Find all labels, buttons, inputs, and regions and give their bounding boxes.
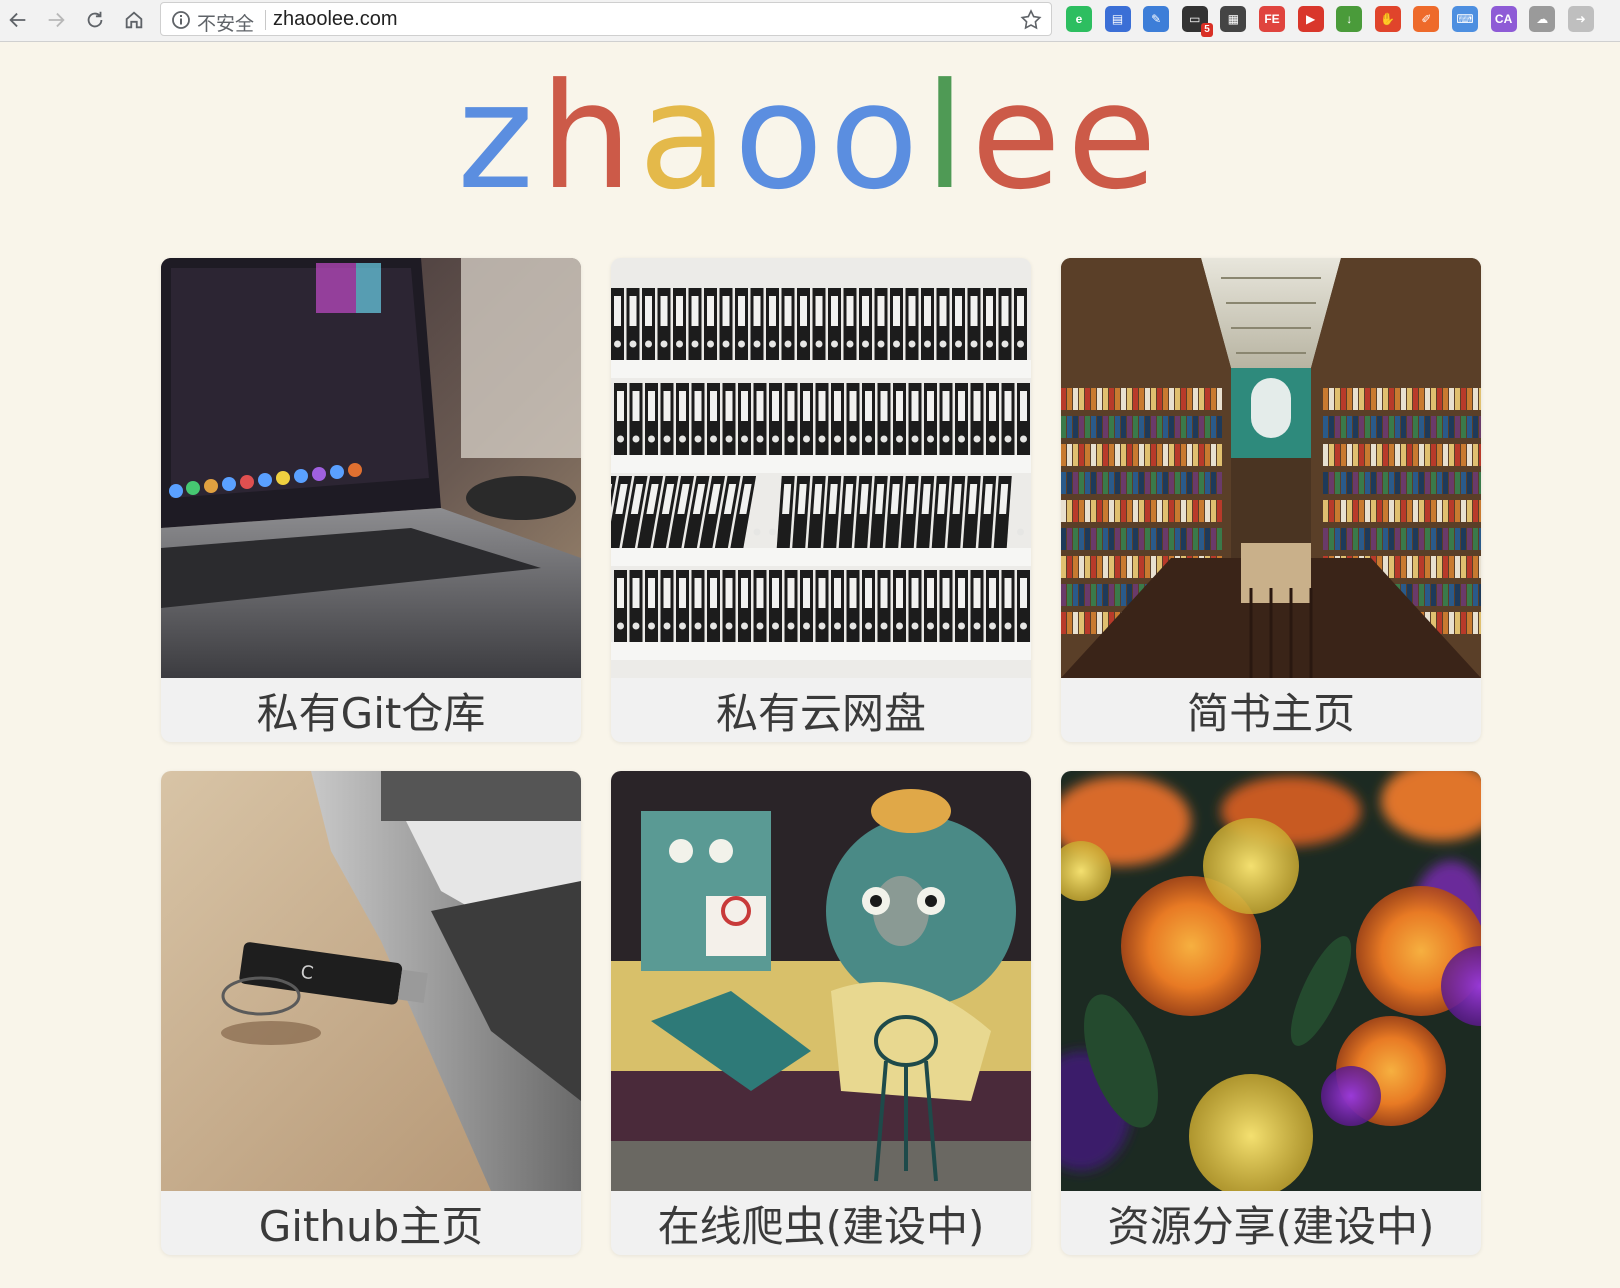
adblock-icon[interactable]: ✋ bbox=[1374, 6, 1401, 32]
qr-code-icon[interactable]: ▦ bbox=[1220, 6, 1247, 32]
home-icon[interactable] bbox=[118, 4, 150, 36]
card-private-cloud[interactable]: 私有云网盘 bbox=[611, 258, 1031, 742]
brain-icon[interactable]: ☁ bbox=[1529, 6, 1556, 32]
extension-badge: 5 bbox=[1201, 23, 1213, 37]
video-icon[interactable]: ▶ bbox=[1297, 6, 1324, 32]
binders-photo bbox=[611, 258, 1031, 678]
reload-icon[interactable] bbox=[79, 4, 111, 36]
logo-letter: e bbox=[971, 52, 1067, 222]
card-label: 资源分享(建设中) bbox=[1107, 1201, 1435, 1251]
pin-icon[interactable]: ➜ bbox=[1567, 6, 1594, 32]
card-label: 私有云网盘 bbox=[715, 688, 926, 738]
logo-letter: a bbox=[638, 52, 734, 222]
download-icon[interactable]: ↓ bbox=[1336, 6, 1363, 32]
card-jianshu[interactable]: 简书主页 bbox=[1061, 258, 1481, 742]
logo-letter: z bbox=[457, 52, 540, 222]
card-private-git[interactable]: 私有Git仓库 bbox=[161, 258, 581, 742]
card-label: Github主页 bbox=[258, 1201, 484, 1251]
site-logo: zhaoolee bbox=[0, 62, 1620, 212]
card-label: 简书主页 bbox=[1186, 688, 1355, 738]
browser-toolbar: 不安全 zhaoolee.com e ▤ ✎ ▭ 5 ▦ FE ▶ ↓ ✋ ✐ ⌨ CA ☁ ➜ bbox=[0, 0, 1620, 42]
back-arrow-icon[interactable] bbox=[2, 4, 34, 36]
fe-helper-icon[interactable]: FE bbox=[1259, 6, 1285, 32]
logo-letter: h bbox=[539, 52, 639, 222]
logo-letter: e bbox=[1066, 52, 1163, 222]
address-bar[interactable]: 不安全 zhaoolee.com bbox=[160, 2, 1052, 36]
blog-icon[interactable]: ✐ bbox=[1413, 6, 1440, 32]
reader-icon[interactable]: ▤ bbox=[1104, 6, 1131, 32]
graffiti-photo bbox=[611, 771, 1031, 1191]
card-github[interactable]: C Github主页 bbox=[161, 771, 581, 1255]
security-label: 不安全 bbox=[197, 13, 255, 35]
omnibox-divider bbox=[265, 10, 266, 30]
keyboard-icon[interactable]: ⌨ bbox=[1452, 6, 1478, 32]
bookmark-star-icon[interactable] bbox=[1019, 8, 1043, 32]
card-resource-share[interactable]: 资源分享(建设中) bbox=[1061, 771, 1481, 1255]
laptop-photo bbox=[161, 258, 581, 678]
ca-icon[interactable]: CA bbox=[1490, 6, 1517, 32]
logo-letter: o bbox=[733, 52, 830, 222]
url-text[interactable]: zhaoolee.com bbox=[273, 8, 398, 31]
card-label: 私有Git仓库 bbox=[256, 688, 486, 738]
card-online-crawler[interactable]: 在线爬虫(建设中) bbox=[611, 771, 1031, 1255]
evernote-icon[interactable]: e bbox=[1066, 6, 1092, 32]
tab-counter-icon[interactable]: ▭ 5 bbox=[1181, 6, 1213, 37]
logo-letter: l bbox=[924, 52, 972, 222]
forward-arrow-icon[interactable] bbox=[40, 4, 72, 36]
bookstore-photo bbox=[1061, 258, 1481, 678]
logo-letter: o bbox=[829, 52, 925, 222]
usb-drive-photo: C bbox=[161, 771, 581, 1191]
card-label: 在线爬虫(建设中) bbox=[657, 1201, 985, 1251]
info-icon[interactable] bbox=[171, 10, 191, 30]
translate-icon[interactable]: ✎ bbox=[1143, 6, 1170, 32]
flowers-photo bbox=[1061, 771, 1481, 1191]
